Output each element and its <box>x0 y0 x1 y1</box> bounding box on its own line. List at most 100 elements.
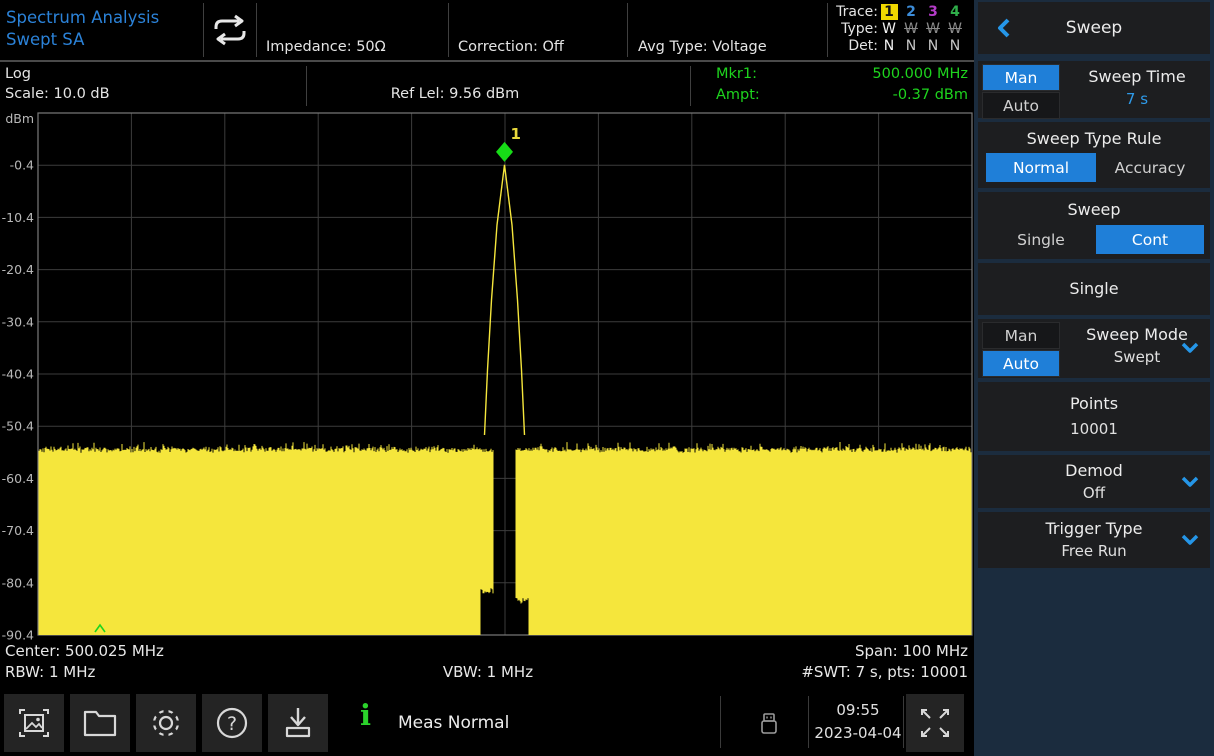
y-axis-label: -0.4 <box>10 158 34 173</box>
divider <box>256 3 257 57</box>
clock: 09:55 2023-04-04 <box>810 699 906 745</box>
trigger-type-panel[interactable]: Trigger Type Free Run <box>978 512 1210 568</box>
chevron-down-icon <box>1180 475 1200 489</box>
trace-1-det: N <box>878 38 900 55</box>
trace-4-id[interactable]: 4 <box>944 4 966 21</box>
sweep-time-auto-toggle[interactable]: Auto <box>982 92 1060 119</box>
single-sweep-label: Single <box>978 279 1210 298</box>
trace-label: Trace: <box>828 4 878 21</box>
divider <box>627 3 628 57</box>
trigger-type-value: Free Run <box>978 542 1210 560</box>
scale-readout: Log Scale: 10.0 dB <box>5 64 110 104</box>
divider <box>808 696 809 748</box>
sweep-time-label: Sweep Time <box>1064 67 1210 86</box>
sweep-type-rule-label: Sweep Type Rule <box>978 129 1210 148</box>
demod-label: Demod <box>978 461 1210 480</box>
marker1-frequency: 500.000 MHz <box>872 64 968 85</box>
bottom-toolbar: ? i Meas Normal 09:55 2023-04-04 <box>0 690 974 756</box>
y-axis-label: -30.4 <box>2 314 34 329</box>
y-axis-label: -20.4 <box>2 262 34 277</box>
log-label: Log <box>5 64 110 84</box>
sweep-mode-auto-toggle[interactable]: Auto <box>982 350 1060 377</box>
sidebar-title: Sweep <box>978 18 1210 38</box>
ampt-label: Ampt: <box>716 85 760 106</box>
trace-3-id[interactable]: 3 <box>922 4 944 21</box>
help-icon: ? <box>213 704 251 742</box>
y-axis-label: -90.4 <box>2 628 34 643</box>
avg-type-readout: Avg Type: Voltage <box>638 39 767 57</box>
divider <box>720 696 721 748</box>
continuous-sweep-loop-icon[interactable] <box>207 12 253 48</box>
y-axis-label: dBm <box>5 111 34 126</box>
sweep-cont-option[interactable]: Cont <box>1096 225 1204 254</box>
scale-value: Scale: 10.0 dB <box>5 84 110 104</box>
time: 09:55 <box>810 699 906 722</box>
sweep-mode-man-toggle[interactable]: Man <box>982 322 1060 349</box>
sweep-type-accuracy-option[interactable]: Accuracy <box>1096 153 1204 182</box>
sweep-time-man-toggle[interactable]: Man <box>982 64 1060 91</box>
marker-readout-values: 500.000 MHz -0.37 dBm <box>872 64 968 106</box>
gear-icon <box>147 704 185 742</box>
center-freq-annotation: Center: 500.025 MHz <box>5 642 164 660</box>
screenshot-button[interactable] <box>4 694 64 752</box>
correction-readout: Correction: Off <box>458 39 564 57</box>
divider <box>690 66 691 106</box>
trace-det-label: Det: <box>828 38 878 55</box>
expand-arrows-icon <box>915 703 955 743</box>
marker1-amplitude: -0.37 dBm <box>872 85 968 106</box>
y-axis-label: -10.4 <box>2 210 34 225</box>
spectrum-analyzer-screen: Spectrum Analysis Swept SA Impedance: 50… <box>0 0 1214 756</box>
svg-text:?: ? <box>227 713 237 735</box>
app-title: Spectrum Analysis Swept SA <box>6 7 159 51</box>
trace-type-label: Type: <box>828 21 878 38</box>
trace-1-id[interactable]: 1 <box>878 4 900 21</box>
divider <box>203 3 204 57</box>
save-button[interactable] <box>268 694 328 752</box>
sweep-time-value: 7 s <box>1064 90 1210 108</box>
demod-value: Off <box>978 484 1210 502</box>
y-axis-label: -40.4 <box>2 367 34 382</box>
single-sweep-button[interactable]: Single <box>978 263 1210 315</box>
top-status-bar: Spectrum Analysis Swept SA Impedance: 50… <box>0 0 974 62</box>
sweep-time-panel[interactable]: Man Auto Sweep Time 7 s <box>978 61 1210 118</box>
y-axis-label: -70.4 <box>2 523 34 538</box>
file-browser-button[interactable] <box>70 694 130 752</box>
sweep-cont-panel: Sweep Single Cont <box>978 192 1210 259</box>
points-panel[interactable]: Points 10001 <box>978 382 1210 451</box>
help-button[interactable]: ? <box>202 694 262 752</box>
marker-readout-labels: Mkr1: Ampt: <box>716 64 760 106</box>
app-title-line1: Spectrum Analysis <box>6 7 159 29</box>
trigger-type-label: Trigger Type <box>978 519 1210 538</box>
sweep-mode-panel[interactable]: Man Auto Sweep Mode Swept <box>978 319 1210 378</box>
trace-2-type: W <box>900 21 922 38</box>
sweep-type-normal-option[interactable]: Normal <box>986 153 1096 182</box>
points-label: Points <box>978 394 1210 413</box>
chevron-down-icon <box>1180 533 1200 547</box>
marker1-label: Mkr1: <box>716 64 760 85</box>
sweep-menu-sidebar: Sweep Man Auto Sweep Time 7 s Sweep Type… <box>974 0 1214 756</box>
vbw-annotation: VBW: 1 MHz <box>380 663 596 681</box>
points-value: 10001 <box>978 420 1210 438</box>
span-annotation: Span: 100 MHz <box>855 642 968 660</box>
settings-button[interactable] <box>136 694 196 752</box>
ref-level-readout: Ref Lel: 9.56 dBm <box>340 86 570 102</box>
demod-panel[interactable]: Demod Off <box>978 455 1210 508</box>
measurement-status: Meas Normal <box>398 690 509 756</box>
divider <box>448 3 449 57</box>
scale-bar: Log Scale: 10.0 dB Ref Lel: 9.56 dBm Mkr… <box>0 62 974 109</box>
trace-2-id[interactable]: 2 <box>900 4 922 21</box>
trace-3-type: W <box>922 21 944 38</box>
save-download-icon <box>279 704 317 742</box>
folder-icon <box>81 706 119 740</box>
spectrum-display: dBm-0.4-10.4-20.4-30.4-40.4-50.4-60.4-70… <box>0 109 974 643</box>
sweep-type-rule-panel: Sweep Type Rule Normal Accuracy <box>978 122 1210 188</box>
fullscreen-button[interactable] <box>906 694 964 752</box>
divider <box>903 696 904 748</box>
sweep-single-option[interactable]: Single <box>986 225 1096 254</box>
screenshot-icon <box>16 705 52 741</box>
trace-4-det: N <box>944 38 966 55</box>
trace-3-det: N <box>922 38 944 55</box>
trace-1-type: W <box>878 21 900 38</box>
usb-device-icon <box>758 712 780 736</box>
sweep-toggle-label: Sweep <box>978 200 1210 219</box>
